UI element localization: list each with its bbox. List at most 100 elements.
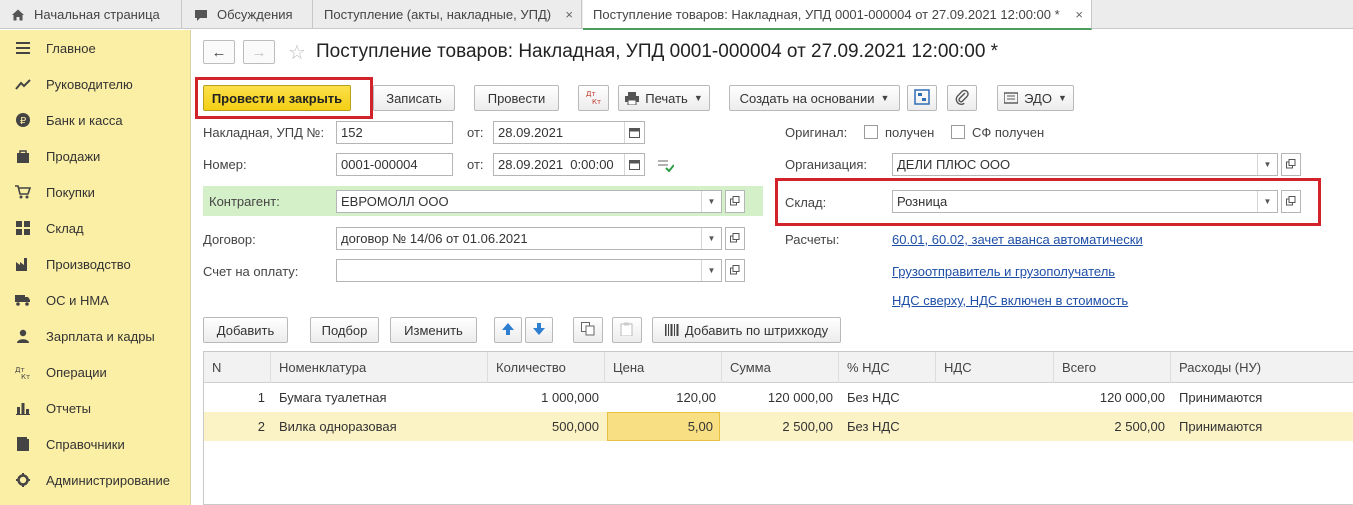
- table-row[interactable]: 2 Вилка одноразовая 500,000 5,00 2 500,0…: [204, 412, 1353, 441]
- contract-field[interactable]: договор № 14/06 от 01.06.2021 ▼: [336, 227, 722, 250]
- paste-button[interactable]: [612, 317, 642, 343]
- cell-vat-rate[interactable]: Без НДС: [839, 412, 936, 441]
- cell-item[interactable]: Вилка одноразовая: [271, 412, 488, 441]
- sidebar-item-operations[interactable]: Дт Кт Операции: [0, 354, 191, 390]
- vat-settings-link[interactable]: НДС сверху, НДС включен в стоимость: [892, 293, 1128, 308]
- sidebar-item-bank[interactable]: ₽ Банк и касса: [0, 102, 191, 138]
- sidebar-item-warehouse[interactable]: Склад: [0, 210, 191, 246]
- original-received-checkbox[interactable]: [864, 125, 878, 139]
- post-button[interactable]: Провести: [474, 85, 559, 111]
- number-field[interactable]: 0001-000004: [336, 153, 453, 176]
- open-organization-button[interactable]: [1281, 153, 1301, 176]
- shipper-consignee-link[interactable]: Грузоотправитель и грузополучатель: [892, 264, 1115, 279]
- create-based-on-button[interactable]: Создать на основании ▼: [729, 85, 900, 111]
- invoice-number-field[interactable]: 152: [336, 121, 453, 144]
- settlements-link[interactable]: 60.01, 60.02, зачет аванса автоматически: [892, 232, 1143, 247]
- back-button[interactable]: ←: [203, 40, 235, 64]
- sidebar-item-sales[interactable]: Продажи: [0, 138, 191, 174]
- organization-field[interactable]: ДЕЛИ ПЛЮС ООО ▼: [892, 153, 1278, 176]
- column-header-price[interactable]: Цена: [605, 352, 722, 383]
- sidebar-item-admin[interactable]: Администрирование: [0, 462, 191, 498]
- sidebar-item-main[interactable]: Главное: [0, 30, 191, 66]
- cell-vat[interactable]: [936, 412, 1054, 441]
- calendar-icon[interactable]: [624, 122, 644, 143]
- cell-expenses[interactable]: Принимаются: [1171, 412, 1353, 441]
- close-icon[interactable]: ×: [565, 7, 573, 22]
- sidebar-item-manager[interactable]: Руководителю: [0, 66, 191, 102]
- column-header-vat-rate[interactable]: % НДС: [839, 352, 936, 383]
- column-header-vat[interactable]: НДС: [936, 352, 1054, 383]
- column-header-amount[interactable]: Сумма: [722, 352, 839, 383]
- chevron-down-icon: ▼: [1057, 93, 1067, 103]
- cell-total[interactable]: 120 000,00: [1054, 383, 1171, 412]
- dtkt-button[interactable]: Дт Кт: [578, 85, 609, 111]
- structure-button[interactable]: [907, 85, 937, 111]
- number-date-field[interactable]: 28.09.2021 0:00:00: [493, 153, 645, 176]
- calendar-icon[interactable]: [624, 154, 644, 175]
- tab-home[interactable]: Начальная страница: [0, 0, 182, 29]
- print-button[interactable]: Печать ▼: [618, 85, 710, 111]
- cell-total[interactable]: 2 500,00: [1054, 412, 1171, 441]
- edit-number-icon[interactable]: [658, 158, 675, 175]
- move-up-button[interactable]: [494, 317, 522, 343]
- sidebar-item-label: Производство: [46, 256, 131, 272]
- chevron-down-icon[interactable]: ▼: [1257, 154, 1277, 175]
- edo-label: ЭДО: [1024, 90, 1052, 106]
- favorite-star-icon[interactable]: ☆: [288, 40, 306, 65]
- cell-quantity[interactable]: 1 000,000: [488, 383, 605, 412]
- column-header-item[interactable]: Номенклатура: [271, 352, 488, 383]
- warehouse-field[interactable]: Розница ▼: [892, 190, 1278, 213]
- cell-quantity[interactable]: 500,000: [488, 412, 605, 441]
- table-row[interactable]: 1 Бумага туалетная 1 000,000 120,00 120 …: [204, 383, 1353, 412]
- chevron-down-icon[interactable]: ▼: [701, 191, 721, 212]
- payment-account-field[interactable]: ▼: [336, 259, 722, 282]
- open-payment-account-button[interactable]: [725, 259, 745, 282]
- sidebar-item-directories[interactable]: Справочники: [0, 426, 191, 462]
- move-down-button[interactable]: [525, 317, 553, 343]
- cell-price[interactable]: 120,00: [605, 383, 722, 412]
- truck-icon: [14, 291, 32, 309]
- cell-vat-rate[interactable]: Без НДС: [839, 383, 936, 412]
- cell-item[interactable]: Бумага туалетная: [271, 383, 488, 412]
- chevron-down-icon[interactable]: ▼: [701, 228, 721, 249]
- sidebar-item-production[interactable]: Производство: [0, 246, 191, 282]
- edo-button[interactable]: ЭДО ▼: [997, 85, 1074, 111]
- sidebar-item-label: Справочники: [46, 436, 125, 452]
- counterparty-field[interactable]: ЕВРОМОЛЛ ООО ▼: [336, 190, 722, 213]
- cell-amount[interactable]: 120 000,00: [722, 383, 839, 412]
- column-header-n[interactable]: N: [204, 352, 271, 383]
- invoice-date-field[interactable]: 28.09.2021: [493, 121, 645, 144]
- sidebar-item-purchases[interactable]: Покупки: [0, 174, 191, 210]
- column-header-quantity[interactable]: Количество: [488, 352, 605, 383]
- add-by-barcode-button[interactable]: Добавить по штрихкоду: [652, 317, 841, 343]
- pick-button[interactable]: Подбор: [310, 317, 379, 343]
- cell-expenses[interactable]: Принимаются: [1171, 383, 1353, 412]
- tab-receipt-document[interactable]: Поступление товаров: Накладная, УПД 0001…: [583, 0, 1092, 30]
- column-header-expenses[interactable]: Расходы (НУ): [1171, 352, 1353, 383]
- sidebar-item-salary[interactable]: Зарплата и кадры: [0, 318, 191, 354]
- dtkt-icon: Дт Кт: [14, 363, 32, 381]
- copy-row-button[interactable]: [573, 317, 603, 343]
- tab-receipts-list[interactable]: Поступление (акты, накладные, УПД) ×: [314, 0, 582, 29]
- column-header-total[interactable]: Всего: [1054, 352, 1171, 383]
- chevron-down-icon[interactable]: ▼: [1257, 191, 1277, 212]
- sf-received-checkbox[interactable]: [951, 125, 965, 139]
- cell-amount[interactable]: 2 500,00: [722, 412, 839, 441]
- attach-button[interactable]: [947, 85, 977, 111]
- tab-label: Начальная страница: [34, 7, 160, 22]
- open-counterparty-button[interactable]: [725, 190, 745, 213]
- tab-discussions[interactable]: Обсуждения: [183, 0, 313, 29]
- open-contract-button[interactable]: [725, 227, 745, 250]
- save-button[interactable]: Записать: [373, 85, 455, 111]
- cell-price[interactable]: 5,00: [607, 412, 720, 441]
- chevron-down-icon[interactable]: ▼: [701, 260, 721, 281]
- open-warehouse-button[interactable]: [1281, 190, 1301, 213]
- close-icon[interactable]: ×: [1075, 7, 1083, 22]
- sidebar-item-fixed-assets[interactable]: ОС и НМА: [0, 282, 191, 318]
- cell-vat[interactable]: [936, 383, 1054, 412]
- add-row-button[interactable]: Добавить: [203, 317, 288, 343]
- sidebar-item-reports[interactable]: Отчеты: [0, 390, 191, 426]
- edit-row-button[interactable]: Изменить: [390, 317, 477, 343]
- forward-button[interactable]: →: [243, 40, 275, 64]
- sidebar-item-label: Продажи: [46, 148, 101, 164]
